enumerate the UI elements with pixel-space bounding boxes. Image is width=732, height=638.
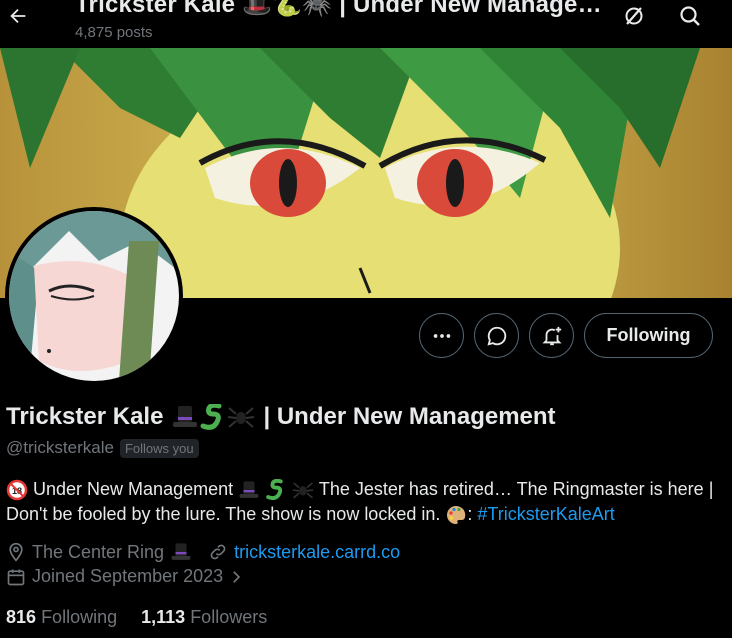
- bio-hashtag-link[interactable]: #TricksterKaleArt: [477, 504, 614, 524]
- avatar-image: [9, 211, 179, 381]
- post-count: 4,875 posts: [75, 24, 153, 41]
- bio-part-1: Under New Management: [33, 479, 234, 499]
- profile-meta-row: The Center Ring tricksterkale.carrd.co: [6, 541, 400, 563]
- display-name-text: Trickster Kale: [6, 403, 164, 430]
- user-handle: @tricksterkale: [6, 438, 114, 457]
- sync-off-button[interactable]: [620, 2, 648, 30]
- following-stat-link[interactable]: 816 Following: [6, 607, 117, 628]
- following-count: 816: [6, 607, 37, 627]
- bell-plus-icon: [541, 326, 562, 345]
- calendar-icon: [7, 569, 25, 585]
- profile-header-bar: Trickster Kale 🎩🐍🕷️ | Under New Manageme…: [0, 0, 732, 48]
- back-button[interactable]: [2, 0, 34, 32]
- joined-row[interactable]: Joined September 2023: [6, 566, 245, 587]
- follows-you-badge: Follows you: [119, 438, 199, 458]
- profile-website-link[interactable]: tricksterkale.carrd.co: [234, 542, 400, 563]
- header-title: Trickster Kale 🎩🐍🕷️ | Under New Manageme…: [75, 0, 615, 18]
- following-button[interactable]: Following: [584, 313, 713, 358]
- display-name-suffix: | Under New Management: [263, 403, 556, 430]
- bio-part-3: :: [467, 504, 473, 524]
- notify-button[interactable]: [529, 313, 574, 358]
- message-button[interactable]: [474, 313, 519, 358]
- handle-row: @tricksterkale Follows you: [6, 438, 199, 458]
- spider-emoji: [227, 404, 255, 430]
- followers-label: Followers: [190, 607, 268, 627]
- followers-stat-link[interactable]: 1,113 Followers: [141, 607, 267, 628]
- followers-count: 1,113: [141, 607, 186, 627]
- search-icon: [680, 6, 700, 26]
- more-icon: [433, 333, 450, 338]
- message-icon: [486, 326, 506, 346]
- chevron-right-icon: [233, 570, 241, 583]
- bio-top-hat-emoji: [238, 479, 260, 501]
- following-label: Following: [41, 607, 118, 627]
- search-button[interactable]: [676, 2, 704, 30]
- location-pin-icon: [9, 542, 23, 562]
- arrow-left-icon: [10, 8, 26, 24]
- bio-spider-emoji: [292, 479, 314, 501]
- link-icon: [210, 544, 226, 560]
- follow-stats: 816 Following 1,113 Followers: [6, 607, 267, 628]
- location-top-hat-emoji: [170, 541, 192, 563]
- profile-bio: 18 Under New Management The Jester has r…: [6, 477, 726, 527]
- snake-emoji: [199, 404, 227, 430]
- no-under-18-emoji: 18: [6, 479, 28, 501]
- profile-location: The Center Ring: [32, 541, 165, 562]
- sync-off-icon: [625, 7, 643, 25]
- joined-date: Joined September 2023: [32, 566, 224, 586]
- more-button[interactable]: [419, 313, 464, 358]
- bio-snake-emoji: [265, 479, 287, 501]
- palette-emoji: [445, 504, 467, 526]
- top-hat-emoji: [171, 404, 199, 430]
- profile-avatar[interactable]: [5, 207, 183, 385]
- display-name: Trickster Kale | Under New Management: [6, 403, 556, 431]
